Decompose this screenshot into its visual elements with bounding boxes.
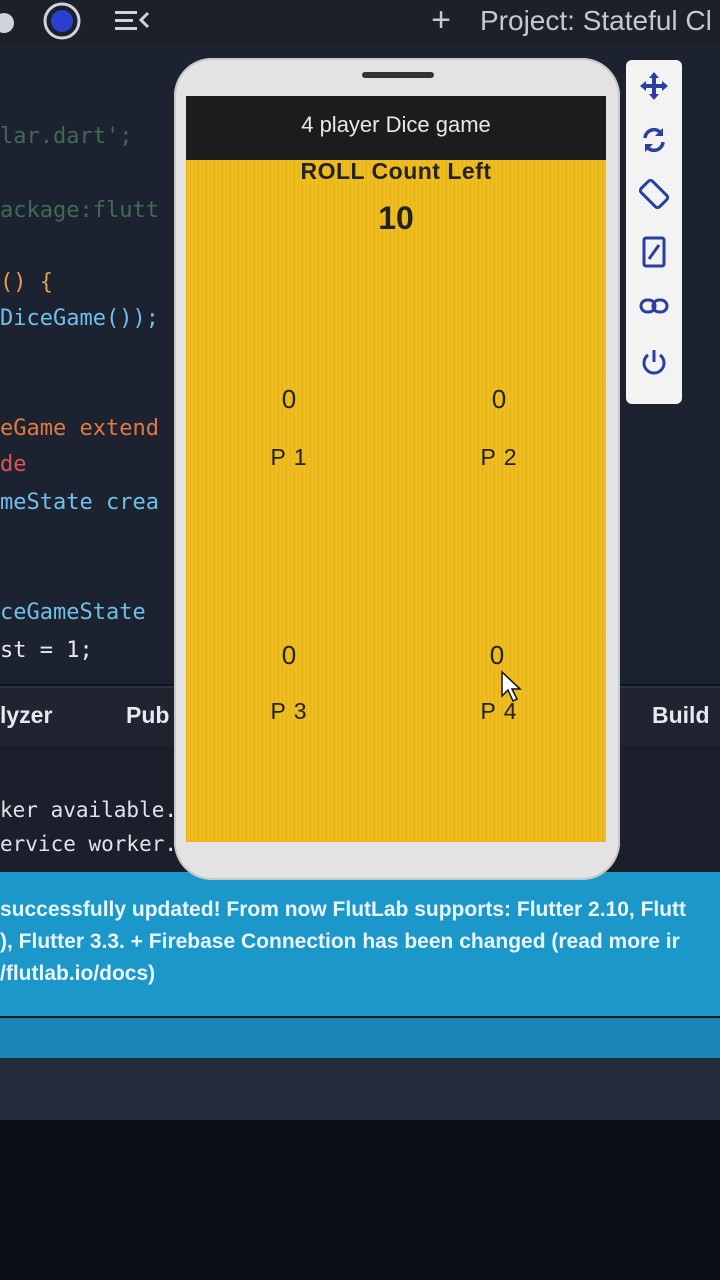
rotate-icon[interactable] (626, 116, 682, 164)
player-3-score: 0 (281, 640, 297, 670)
add-button[interactable]: + (426, 2, 456, 38)
console-line: ker available. (0, 798, 178, 822)
code-line: ceGameState (0, 600, 146, 625)
status-strip (0, 1058, 720, 1120)
roll-count-value: 10 (378, 200, 414, 236)
project-title[interactable]: Project: Stateful Cl (480, 4, 712, 38)
player-1-button[interactable]: P 1 (259, 444, 319, 471)
link-icon[interactable] (626, 282, 682, 330)
code-line: st = 1; (0, 638, 93, 663)
banner-text: ), Flutter 3.3. + Firebase Connection ha… (0, 930, 680, 953)
screen-bezel (0, 1120, 720, 1280)
record-icon[interactable] (42, 2, 82, 40)
code-line: ackage:flutt (0, 198, 159, 223)
screen-rotate-icon[interactable] (626, 170, 682, 218)
player-3-button[interactable]: P 3 (259, 698, 319, 725)
roll-count-label: ROLL Count Left (300, 158, 492, 184)
player-1-score: 0 (281, 384, 297, 414)
banner-link[interactable]: /flutlab.io/docs) (0, 958, 155, 990)
player-2-score: 0 (491, 384, 507, 414)
code-line: eGame extend (0, 416, 159, 441)
player-4-score: 0 (489, 640, 505, 670)
tab-analyzer[interactable]: lyzer (0, 700, 52, 730)
tab-build[interactable]: Build (652, 700, 710, 730)
player-2-button[interactable]: P 2 (469, 444, 529, 471)
collapse-menu-icon[interactable] (112, 4, 152, 38)
console-line: ervice worker. (0, 832, 178, 856)
banner-text: successfully updated! From now FlutLab s… (0, 898, 687, 921)
cloud-icon[interactable] (0, 4, 18, 38)
code-line: meState crea (0, 490, 159, 515)
power-icon[interactable] (626, 338, 682, 386)
tab-pub[interactable]: Pub (126, 700, 169, 730)
code-line: () { (0, 270, 53, 295)
code-line: de (0, 452, 27, 477)
mouse-cursor-icon (500, 670, 524, 704)
app-title: 4 player Dice game (301, 112, 491, 137)
move-icon[interactable] (626, 62, 682, 110)
code-line: lar.dart'; (0, 124, 133, 149)
banner-footer (0, 1018, 720, 1058)
edit-icon[interactable] (626, 228, 682, 276)
phone-speaker (362, 72, 434, 78)
code-line: DiceGame()); (0, 306, 159, 331)
